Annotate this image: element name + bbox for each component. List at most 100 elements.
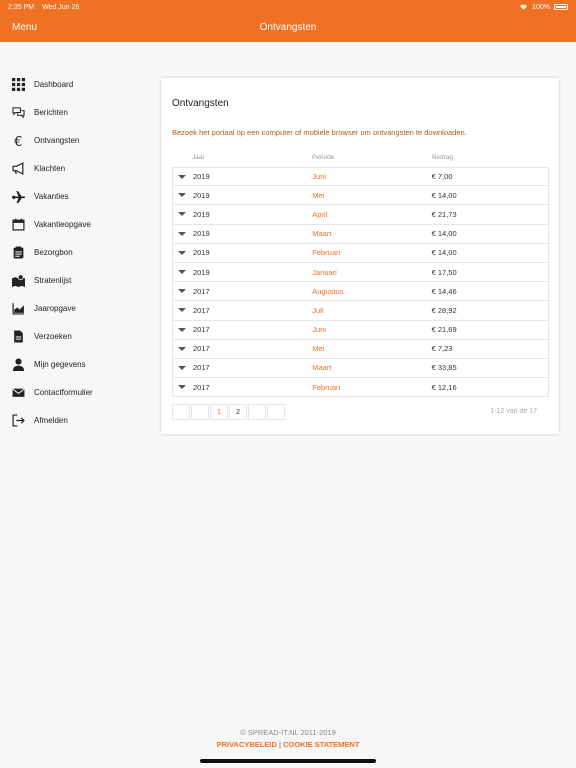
envelope-icon bbox=[11, 385, 25, 399]
status-time: 2:35 PM bbox=[8, 3, 35, 11]
row-year: 2017 bbox=[193, 286, 210, 296]
row-amount: € 12,16 bbox=[431, 382, 457, 392]
expand-caret-icon[interactable] bbox=[178, 174, 186, 179]
sidebar-item-ontvangsten[interactable]: € Ontvangsten bbox=[0, 126, 150, 154]
sidebar-item-stratenlijst[interactable]: Stratenlijst bbox=[0, 266, 150, 294]
expand-caret-icon[interactable] bbox=[178, 346, 186, 351]
sidebar-item-bezorgbon[interactable]: Bezorgbon bbox=[0, 238, 150, 266]
row-period[interactable]: Januari bbox=[312, 268, 431, 277]
row-amount: € 21,73 bbox=[431, 209, 457, 219]
sidebar-item-jaaropgave[interactable]: Jaaropgave bbox=[0, 294, 150, 322]
sidebar-item-label: Ontvangsten bbox=[34, 135, 80, 145]
row-year: 2019 bbox=[193, 209, 210, 219]
table-row[interactable]: 2019 Maart € 14,00 bbox=[172, 224, 549, 244]
sidebar-item-contactformulier[interactable]: Contactformulier bbox=[0, 378, 150, 406]
expand-caret-icon[interactable] bbox=[178, 289, 186, 294]
row-period[interactable]: April bbox=[312, 210, 431, 219]
plane-icon bbox=[11, 189, 25, 203]
sidebar-item-afmelden[interactable]: Afmelden bbox=[0, 406, 150, 434]
row-year: 2017 bbox=[193, 325, 210, 335]
row-period[interactable]: Mei bbox=[312, 344, 431, 353]
row-period[interactable]: Juli bbox=[312, 306, 431, 315]
status-date: Wed Jun 26 bbox=[42, 3, 80, 11]
pagination-prev-button[interactable] bbox=[191, 404, 209, 420]
expand-caret-icon[interactable] bbox=[178, 250, 186, 255]
table-row[interactable]: 2017 Augustus € 14,46 bbox=[172, 282, 549, 302]
area-chart-icon bbox=[11, 301, 25, 315]
map-icon bbox=[11, 273, 25, 287]
sidebar-item-label: Afmelden bbox=[34, 415, 68, 425]
sidebar: Dashboard Berichten € Ontvangsten Klacht… bbox=[0, 70, 150, 434]
row-year: 2019 bbox=[193, 267, 210, 277]
row-period[interactable]: Juni bbox=[312, 172, 431, 181]
row-period[interactable]: Maart bbox=[312, 363, 431, 372]
privacy-link[interactable]: PRIVACYBELEID bbox=[217, 740, 277, 749]
row-amount: € 33,85 bbox=[431, 363, 457, 373]
logout-icon bbox=[11, 413, 25, 427]
row-amount: € 28,92 bbox=[431, 305, 457, 315]
expand-caret-icon[interactable] bbox=[178, 385, 186, 390]
pagination-page-1[interactable]: 1 bbox=[210, 404, 228, 420]
expand-caret-icon[interactable] bbox=[178, 270, 186, 275]
row-amount: € 14,46 bbox=[431, 286, 457, 296]
pagination: 1 2 bbox=[172, 404, 286, 420]
table-row[interactable]: 2017 Juli € 28,92 bbox=[172, 301, 549, 321]
table-row[interactable]: 2019 Mei € 14,00 bbox=[172, 186, 549, 206]
row-period[interactable]: Maart bbox=[312, 229, 431, 238]
battery-icon bbox=[554, 4, 568, 10]
expand-caret-icon[interactable] bbox=[178, 365, 186, 370]
sidebar-item-dashboard[interactable]: Dashboard bbox=[0, 70, 150, 98]
pagination-page-2[interactable]: 2 bbox=[229, 404, 247, 420]
ontvangsten-card: Ontvangsten Bezoek het portaal op een co… bbox=[161, 78, 559, 434]
table-row[interactable]: 2019 Februari € 14,00 bbox=[172, 243, 549, 263]
row-period[interactable]: Augustus bbox=[312, 287, 431, 296]
table-row[interactable]: 2017 Februari € 12,16 bbox=[172, 378, 549, 398]
document-icon bbox=[11, 329, 25, 343]
cookie-link[interactable]: COOKIE STATEMENT bbox=[283, 740, 359, 749]
sidebar-item-vakantieopgave[interactable]: Vakantieopgave bbox=[0, 210, 150, 238]
row-year: 2017 bbox=[193, 305, 210, 315]
footer-separator: | bbox=[278, 740, 281, 749]
pagination-last-button[interactable] bbox=[267, 404, 285, 420]
expand-caret-icon[interactable] bbox=[178, 212, 186, 217]
grid-icon bbox=[11, 77, 25, 91]
chat-icon bbox=[11, 105, 25, 119]
sidebar-item-klachten[interactable]: Klachten bbox=[0, 154, 150, 182]
expand-caret-icon[interactable] bbox=[178, 231, 186, 236]
table-row[interactable]: 2017 Maart € 33,85 bbox=[172, 358, 549, 379]
row-year: 2019 bbox=[193, 190, 210, 200]
table-row[interactable]: 2017 Juni € 21,69 bbox=[172, 320, 549, 340]
sidebar-item-berichten[interactable]: Berichten bbox=[0, 98, 150, 126]
expand-caret-icon[interactable] bbox=[178, 327, 186, 332]
table-row[interactable]: 2017 Mei € 7,23 bbox=[172, 339, 549, 359]
sidebar-item-label: Bezorgbon bbox=[34, 247, 73, 257]
sidebar-item-mijn-gegevens[interactable]: Mijn gegevens bbox=[0, 350, 150, 378]
sidebar-item-label: Dashboard bbox=[34, 79, 74, 89]
table-header: Jaar Periode Bedrag bbox=[172, 154, 549, 167]
table-row[interactable]: 2019 April € 21,73 bbox=[172, 205, 549, 225]
column-header-period: Periode bbox=[312, 154, 335, 161]
row-period[interactable]: Februari bbox=[312, 248, 431, 257]
row-period[interactable]: Juni bbox=[312, 325, 431, 334]
sidebar-item-verzoeken[interactable]: Verzoeken bbox=[0, 322, 150, 350]
column-header-year: Jaar bbox=[192, 154, 205, 161]
expand-caret-icon[interactable] bbox=[178, 308, 186, 313]
top-navbar: Menu Ontvangsten bbox=[0, 14, 576, 42]
footer-copyright: © SPREAD-IT.NL 2011-2019 bbox=[240, 728, 336, 737]
row-year: 2017 bbox=[193, 344, 210, 354]
row-period[interactable]: Mei bbox=[312, 191, 431, 200]
row-year: 2017 bbox=[193, 363, 210, 373]
table-row[interactable]: 2019 Januari € 17,50 bbox=[172, 262, 549, 283]
receipts-table: Jaar Periode Bedrag 2019 Juni € 7,00 2019 M… bbox=[172, 154, 549, 398]
table-row[interactable]: 2019 Juni € 7,00 bbox=[172, 167, 549, 187]
sidebar-item-label: Contactformulier bbox=[34, 387, 93, 397]
expand-caret-icon[interactable] bbox=[178, 193, 186, 198]
sidebar-item-vakanties[interactable]: Vakanties bbox=[0, 182, 150, 210]
pagination-next-button[interactable] bbox=[248, 404, 266, 420]
pagination-count: 1-12 van de 17 bbox=[490, 408, 537, 415]
clipboard-icon bbox=[11, 245, 25, 259]
pagination-first-button[interactable] bbox=[172, 404, 190, 420]
sidebar-item-label: Jaaropgave bbox=[34, 303, 76, 313]
row-amount: € 17,50 bbox=[431, 267, 457, 277]
row-period[interactable]: Februari bbox=[312, 383, 431, 392]
